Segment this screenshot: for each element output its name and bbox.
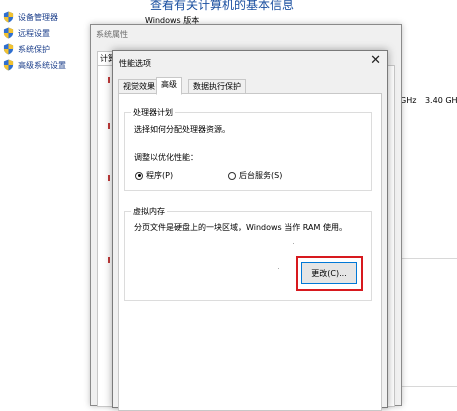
control-panel-header: 查看有关计算机的基本信息 (150, 0, 295, 12)
radio-label: 后台服务(S) (239, 171, 283, 180)
dialog-title: 性能选项 (119, 59, 151, 68)
divider (400, 258, 457, 259)
radio-label: 程序(P) (146, 171, 174, 180)
adjust-label: 调整以优化性能： (134, 153, 198, 162)
cpu-info: GHz 3.40 GHz (398, 96, 457, 105)
sidebar-link-label: 设备管理器 (18, 12, 58, 22)
sidebar-link-advanced-settings[interactable]: 高级系统设置 (3, 58, 66, 72)
sidebar-link-device-manager[interactable]: 设备管理器 (3, 10, 58, 24)
group-legend: 处理器计划 (131, 107, 175, 118)
close-icon[interactable]: ✕ (370, 53, 381, 68)
group-legend: 虚拟内存 (131, 206, 167, 217)
shield-icon (3, 59, 14, 71)
divider (400, 386, 457, 387)
radio-background-services[interactable]: 后台服务(S) (228, 170, 282, 181)
red-mark (108, 175, 110, 181)
control-panel-sidebar: 设备管理器 远程设置 系统保护 高级系统设置 (0, 0, 95, 400)
red-mark (108, 257, 110, 263)
virtual-memory-description: 分页文件是硬盘上的一块区域，Windows 当作 RAM 使用。 (134, 223, 347, 232)
radio-programs[interactable]: 程序(P) (135, 170, 173, 181)
sidebar-link-system-protection[interactable]: 系统保护 (3, 42, 50, 56)
radio-button-checked[interactable] (135, 171, 143, 180)
cpu-ghz-fragment: GHz (400, 96, 417, 105)
tab-advanced[interactable]: 高级 (156, 77, 182, 95)
sidebar-link-label: 远程设置 (18, 28, 50, 38)
shield-icon (3, 43, 14, 55)
radio-button[interactable] (228, 171, 236, 180)
red-mark (108, 123, 110, 129)
speck (293, 243, 294, 244)
sidebar-link-label: 高级系统设置 (18, 60, 66, 70)
change-virtual-memory-button[interactable]: 更改(C)... (301, 262, 357, 284)
sidebar-link-remote-settings[interactable]: 远程设置 (3, 26, 50, 40)
speck (278, 268, 279, 269)
sidebar-link-label: 系统保护 (18, 44, 50, 54)
shield-icon (3, 11, 14, 23)
cpu-speed: 3.40 GHz (424, 96, 457, 105)
shield-icon (3, 27, 14, 39)
red-mark (108, 77, 110, 83)
processor-description: 选择如何分配处理器资源。 (134, 125, 230, 134)
system-properties-title: 系统属性 (96, 30, 128, 39)
